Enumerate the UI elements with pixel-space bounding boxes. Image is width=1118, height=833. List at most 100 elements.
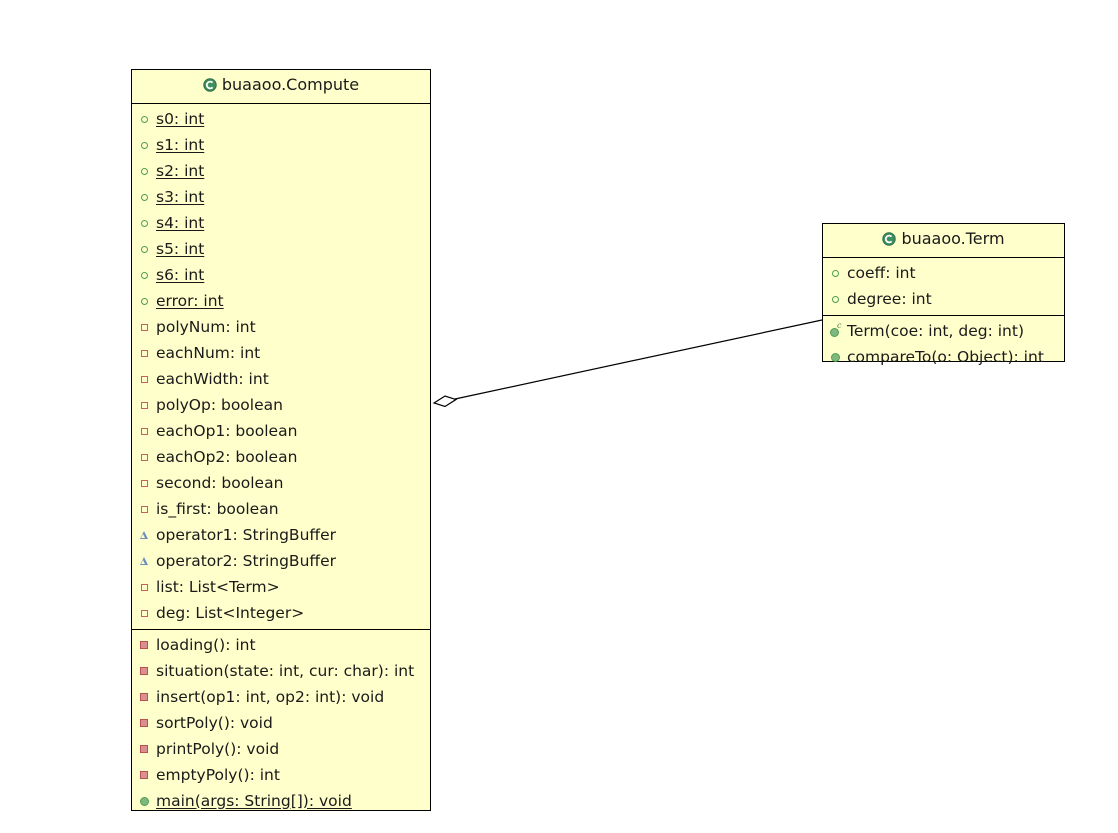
- public-field-icon: [138, 294, 152, 308]
- method-row[interactable]: loading(): int: [132, 632, 430, 658]
- field-row[interactable]: operator1: StringBuffer: [132, 522, 430, 548]
- field-label: operator2: StringBuffer: [156, 551, 336, 570]
- field-row[interactable]: s5: int: [132, 236, 430, 262]
- field-row[interactable]: s4: int: [132, 210, 430, 236]
- protected-field-icon: [138, 528, 152, 542]
- class-title-compute: buaaoo.Compute: [132, 70, 430, 104]
- method-row[interactable]: insert(op1: int, op2: int): void: [132, 684, 430, 710]
- method-label: compareTo(o: Object): int: [847, 347, 1044, 366]
- field-label: second: boolean: [156, 473, 284, 492]
- public-method-icon: [138, 794, 152, 808]
- field-label: s6: int: [156, 265, 205, 284]
- field-label: eachOp1: boolean: [156, 421, 298, 440]
- field-label: polyOp: boolean: [156, 395, 283, 414]
- method-row[interactable]: emptyPoly(): int: [132, 762, 430, 788]
- method-row[interactable]: sortPoly(): void: [132, 710, 430, 736]
- method-label: emptyPoly(): int: [156, 765, 280, 784]
- class-title-term: buaaoo.Term: [823, 224, 1064, 258]
- protected-field-icon: [138, 554, 152, 568]
- private-method-icon: [138, 638, 152, 652]
- field-row[interactable]: eachWidth: int: [132, 366, 430, 392]
- private-field-icon: [138, 476, 152, 490]
- uml-class-term[interactable]: buaaoo.Term coeff: int degree: int c Ter…: [822, 223, 1065, 366]
- constructor-row[interactable]: c Term(coe: int, deg: int): [823, 318, 1064, 344]
- method-label: situation(state: int, cur: char): int: [156, 661, 415, 680]
- field-row[interactable]: s2: int: [132, 158, 430, 184]
- field-row[interactable]: s3: int: [132, 184, 430, 210]
- field-row[interactable]: s6: int: [132, 262, 430, 288]
- public-field-icon: [829, 292, 843, 306]
- field-row[interactable]: eachNum: int: [132, 340, 430, 366]
- public-field-icon: [138, 164, 152, 178]
- field-row[interactable]: coeff: int: [823, 260, 1064, 286]
- field-label: s1: int: [156, 135, 205, 154]
- field-row[interactable]: list: List<Term>: [132, 574, 430, 600]
- aggregation-line[interactable]: [454, 319, 823, 400]
- field-row[interactable]: error: int: [132, 288, 430, 314]
- private-field-icon: [138, 346, 152, 360]
- method-row[interactable]: situation(state: int, cur: char): int: [132, 658, 430, 684]
- method-label: printPoly(): void: [156, 739, 280, 758]
- private-field-icon: [138, 424, 152, 438]
- method-row[interactable]: printPoly(): void: [132, 736, 430, 762]
- field-label: s4: int: [156, 213, 205, 232]
- method-label: loading(): int: [156, 635, 256, 654]
- field-label: s0: int: [156, 109, 205, 128]
- field-row[interactable]: second: boolean: [132, 470, 430, 496]
- field-row[interactable]: s0: int: [132, 106, 430, 132]
- public-method-icon: [829, 350, 843, 364]
- private-field-icon: [138, 580, 152, 594]
- field-row[interactable]: eachOp1: boolean: [132, 418, 430, 444]
- field-row[interactable]: polyOp: boolean: [132, 392, 430, 418]
- class-title-text-compute: buaaoo.Compute: [221, 75, 360, 94]
- uml-class-compute[interactable]: buaaoo.Compute s0: int s1: int s2: int s…: [131, 69, 431, 811]
- field-label: eachWidth: int: [156, 369, 269, 388]
- public-field-icon: [138, 242, 152, 256]
- field-row[interactable]: eachOp2: boolean: [132, 444, 430, 470]
- private-field-icon: [138, 450, 152, 464]
- field-label: s5: int: [156, 239, 205, 258]
- private-field-icon: [138, 320, 152, 334]
- methods-section-compute: loading(): int situation(state: int, cur…: [132, 629, 430, 817]
- private-method-icon: [138, 690, 152, 704]
- fields-section-compute: s0: int s1: int s2: int s3: int s4: int …: [132, 104, 430, 629]
- private-field-icon: [138, 398, 152, 412]
- public-field-icon: [138, 112, 152, 126]
- field-label: eachNum: int: [156, 343, 261, 362]
- methods-section-term: c Term(coe: int, deg: int) compareTo(o: …: [823, 315, 1064, 373]
- field-label: s2: int: [156, 161, 205, 180]
- field-label: list: List<Term>: [156, 577, 280, 596]
- method-row[interactable]: main(args: String[]): void: [132, 788, 430, 814]
- field-row[interactable]: polyNum: int: [132, 314, 430, 340]
- field-label: s3: int: [156, 187, 205, 206]
- field-row[interactable]: is_first: boolean: [132, 496, 430, 522]
- field-label: error: int: [156, 291, 224, 310]
- method-label: sortPoly(): void: [156, 713, 273, 732]
- field-row[interactable]: s1: int: [132, 132, 430, 158]
- private-method-icon: [138, 664, 152, 678]
- field-label: polyNum: int: [156, 317, 256, 336]
- field-label: deg: List<Integer>: [156, 603, 305, 622]
- fields-section-term: coeff: int degree: int: [823, 258, 1064, 315]
- method-label: main(args: String[]): void: [156, 791, 352, 810]
- field-label: degree: int: [847, 289, 932, 308]
- aggregation-term-to-compute[interactable]: [432, 319, 823, 408]
- field-row[interactable]: degree: int: [823, 286, 1064, 312]
- field-row[interactable]: operator2: StringBuffer: [132, 548, 430, 574]
- private-field-icon: [138, 606, 152, 620]
- method-label: insert(op1: int, op2: int): void: [156, 687, 385, 706]
- constructor-icon: c: [829, 322, 843, 338]
- public-field-icon: [138, 138, 152, 152]
- public-field-icon: [138, 216, 152, 230]
- private-field-icon: [138, 372, 152, 386]
- field-row[interactable]: deg: List<Integer>: [132, 600, 430, 626]
- class-icon: [882, 232, 897, 250]
- private-method-icon: [138, 768, 152, 782]
- class-icon: [203, 78, 217, 96]
- private-method-icon: [138, 716, 152, 730]
- field-label: coeff: int: [847, 263, 916, 282]
- public-field-icon: [138, 268, 152, 282]
- aggregation-diamond[interactable]: [432, 395, 458, 408]
- method-row[interactable]: compareTo(o: Object): int: [823, 344, 1064, 370]
- field-label: operator1: StringBuffer: [156, 525, 336, 544]
